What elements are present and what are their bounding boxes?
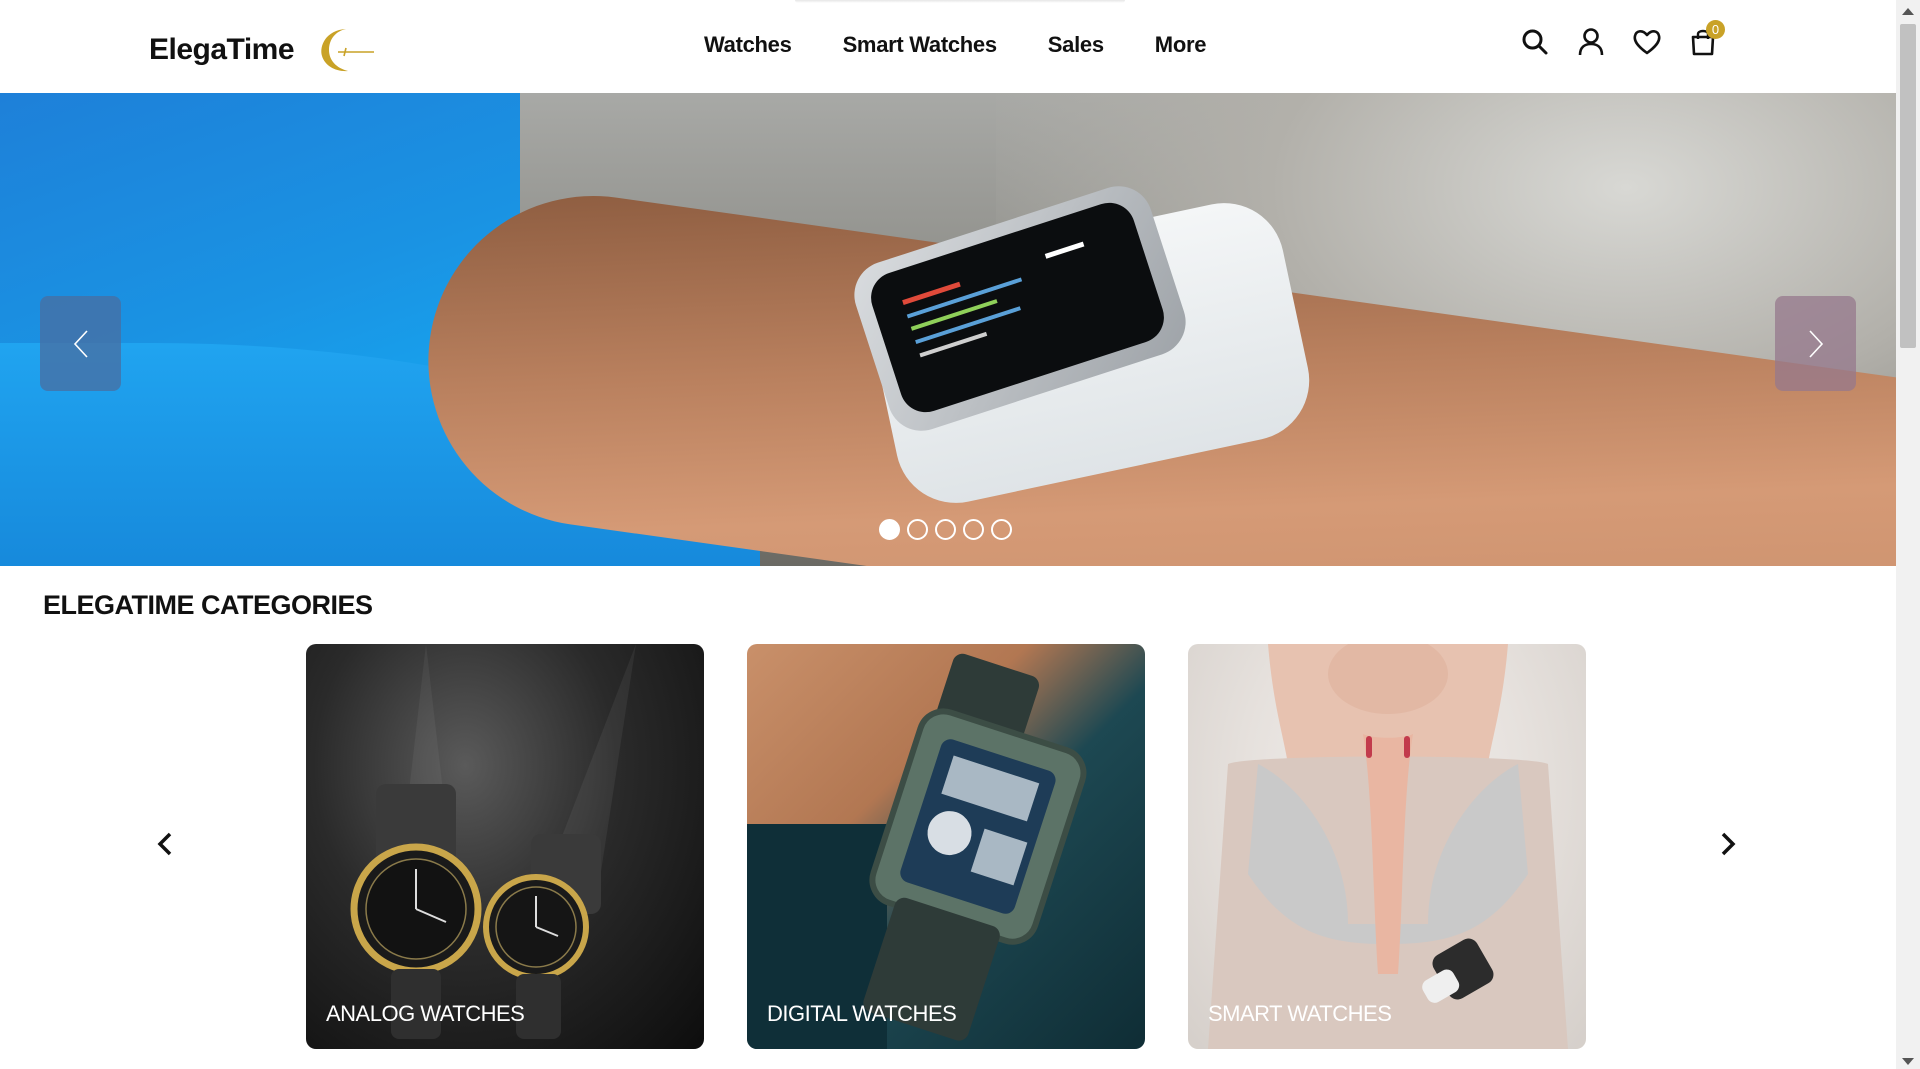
- categories-title: ELEGATIME CATEGORIES: [43, 590, 373, 620]
- user-icon[interactable]: [1576, 26, 1606, 58]
- shopping-bag-icon[interactable]: 0: [1688, 20, 1725, 58]
- logo-crescent-icon: [321, 29, 375, 72]
- hero-dot-5[interactable]: [991, 519, 1012, 540]
- heart-icon[interactable]: [1632, 26, 1662, 58]
- hero-next-button[interactable]: [1775, 296, 1856, 391]
- digital-watches-image: [747, 653, 1087, 1049]
- hero-prev-button[interactable]: [40, 296, 121, 391]
- hero-dot-4[interactable]: [963, 519, 984, 540]
- scroll-down-arrow-icon[interactable]: [1902, 1058, 1914, 1065]
- hero-dot-1[interactable]: [879, 519, 900, 540]
- page-scrollbar[interactable]: [1896, 0, 1920, 1069]
- category-label: SMART WATCHES: [1208, 1001, 1392, 1026]
- chevron-left-icon: [73, 329, 88, 358]
- category-label: ANALOG WATCHES: [326, 1001, 525, 1026]
- smart-watches-image: [1208, 644, 1568, 1049]
- header-actions: 0: [1520, 20, 1725, 58]
- category-card-smart[interactable]: SMART WATCHES: [1188, 644, 1586, 1049]
- chevron-right-icon: [1721, 832, 1736, 856]
- nav-item-smart-watches[interactable]: Smart Watches: [843, 32, 998, 58]
- hero-dot-2[interactable]: [907, 519, 928, 540]
- nav-item-more[interactable]: More: [1155, 32, 1207, 58]
- cart-count-badge: 0: [1706, 20, 1725, 39]
- site-header: ElegaTime Watches Smart Watches Sales Mo…: [0, 0, 1896, 93]
- chevron-right-icon: [1808, 329, 1823, 358]
- hero-pagination: [879, 519, 1012, 540]
- scrollbar-thumb[interactable]: [1900, 24, 1916, 348]
- categories-next-button[interactable]: [1713, 826, 1743, 862]
- nav-item-watches[interactable]: Watches: [704, 32, 792, 58]
- nav-top-shadow: [795, 0, 1125, 3]
- category-card-analog[interactable]: ANALOG WATCHES: [306, 644, 704, 1049]
- hero-dot-3[interactable]: [935, 519, 956, 540]
- categories-prev-button[interactable]: [150, 826, 180, 862]
- category-cards: ANALOG WATCHES DIGITAL WATCHES SMART WAT…: [306, 644, 1586, 1049]
- category-label: DIGITAL WATCHES: [767, 1001, 957, 1026]
- hero-slider: [0, 93, 1896, 566]
- brand-name: ElegaTime: [149, 33, 295, 66]
- category-card-digital[interactable]: DIGITAL WATCHES: [747, 644, 1145, 1049]
- analog-watches-image: [350, 644, 636, 1039]
- nav-item-sales[interactable]: Sales: [1048, 32, 1104, 58]
- scroll-up-arrow-icon[interactable]: [1902, 8, 1914, 15]
- main-nav: Watches Smart Watches Sales More: [704, 32, 1206, 58]
- chevron-left-icon: [157, 832, 172, 856]
- logo[interactable]: ElegaTime: [149, 26, 378, 74]
- search-icon[interactable]: [1520, 26, 1550, 58]
